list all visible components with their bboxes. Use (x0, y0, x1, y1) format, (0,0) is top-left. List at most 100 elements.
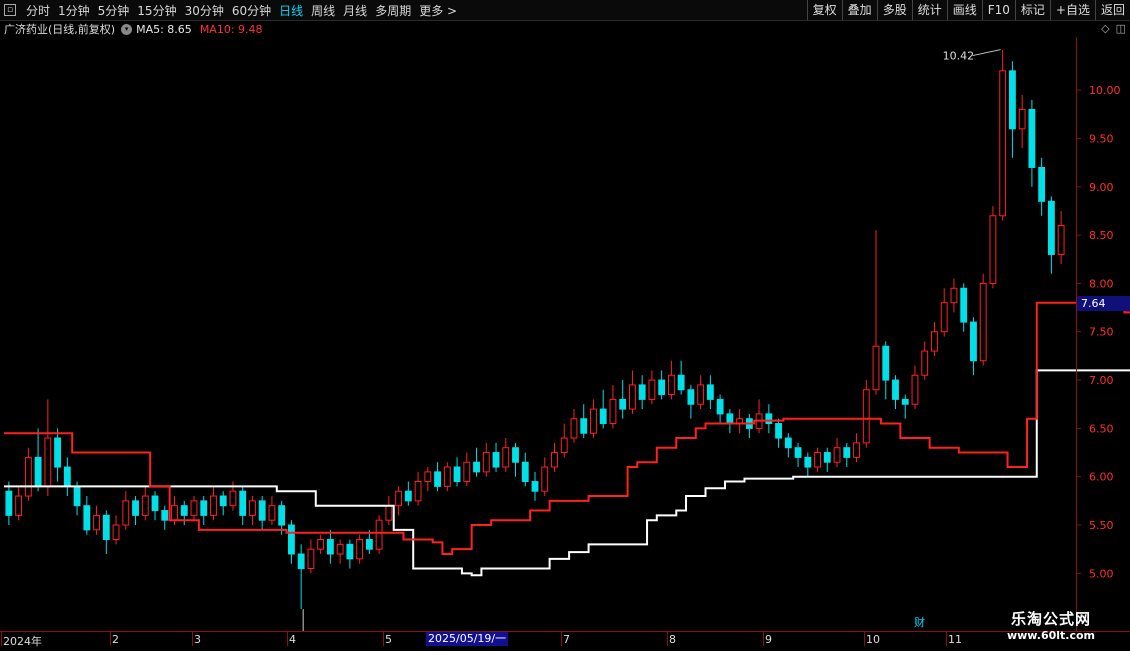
candle-body (5, 490, 13, 516)
candle-body (638, 384, 646, 400)
candle-body (102, 514, 110, 541)
candle-body (570, 418, 578, 439)
candle-body (814, 452, 821, 468)
candle-body (346, 543, 354, 560)
time-tick (192, 632, 193, 646)
candle-body (843, 447, 851, 458)
stock-title: 广济药业(日线,前复权) (4, 23, 116, 36)
candle-body (882, 345, 890, 381)
finance-marker[interactable]: 财 (914, 614, 925, 630)
candle-body (765, 413, 773, 425)
toolbar-button[interactable]: 返回 (1094, 0, 1130, 20)
candle-body (901, 398, 909, 405)
candle-body (521, 461, 529, 483)
time-label: 10 (866, 633, 880, 646)
current-price-tag: 7.64 (1077, 296, 1130, 311)
candle-body (697, 384, 705, 405)
candle-body (775, 423, 783, 439)
toolbar-button[interactable]: 多股 (876, 0, 912, 20)
candle-body (453, 466, 461, 483)
period-tab[interactable]: 月线 (339, 2, 371, 19)
candle-body (34, 456, 42, 487)
candle-body (210, 495, 217, 516)
indicator-settings-icon[interactable]: ▾ (121, 23, 133, 35)
price-label: 10.00 (1089, 84, 1121, 97)
candle-body (249, 500, 256, 516)
price-label: 8.00 (1089, 277, 1114, 290)
toolbar-button[interactable]: F10 (981, 0, 1015, 20)
price-label: 6.50 (1089, 422, 1114, 435)
candle-body (531, 481, 539, 492)
candle-body (833, 447, 841, 463)
candle-body (151, 495, 159, 512)
time-tick (383, 632, 384, 646)
diamond-icon[interactable]: ◇ (1101, 22, 1109, 35)
candle-body (979, 282, 987, 362)
chart-info-bar: 广济药业(日线,前复权) ▾ MA5: 8.65 MA10: 9.48 (0, 21, 263, 37)
period-tab[interactable]: 分时 (22, 2, 54, 19)
candle-body (268, 505, 276, 521)
candle-body (278, 505, 286, 526)
toolbar-button[interactable]: +自选 (1049, 0, 1095, 20)
candle-body (326, 539, 334, 555)
candle-body (161, 510, 169, 521)
period-tab[interactable]: 更多 > (415, 2, 461, 19)
candle-body (804, 456, 812, 468)
time-label: 5 (385, 633, 392, 646)
period-tab[interactable]: 15分钟 (133, 2, 180, 19)
candle-body (512, 447, 519, 463)
candle-body (132, 500, 139, 516)
toolbar-button[interactable]: 复权 (806, 0, 842, 20)
candle-body (443, 466, 451, 487)
period-tab[interactable]: 1分钟 (54, 2, 94, 19)
candle-body (24, 456, 32, 497)
candle-body (463, 461, 471, 483)
time-tick (864, 632, 865, 646)
price-label: 5.00 (1089, 567, 1114, 580)
toolbar-button[interactable]: 画线 (946, 0, 982, 20)
toolbar-button[interactable]: 叠加 (841, 0, 877, 20)
candle-body (1018, 108, 1026, 130)
period-tab[interactable]: 日线 (275, 2, 307, 19)
chart-corner-icons: ◇ ◫ (1101, 22, 1126, 35)
candle-body (551, 452, 558, 468)
candle-body (580, 418, 588, 434)
time-tick (110, 632, 111, 646)
candle-body (404, 490, 412, 502)
period-tab[interactable]: 60分钟 (228, 2, 275, 19)
price-label: 9.00 (1089, 181, 1114, 194)
candle-body (112, 524, 120, 541)
toolbar-button[interactable]: 标记 (1014, 0, 1050, 20)
menu-box-icon[interactable]: ▫ (4, 4, 16, 16)
period-tab[interactable]: 周线 (307, 2, 339, 19)
candle-body (1038, 166, 1046, 202)
candle-body (287, 524, 295, 555)
candle-body (931, 331, 938, 352)
candle-body (911, 374, 919, 405)
candle-body (599, 408, 607, 425)
period-tab[interactable]: 多周期 (371, 2, 415, 19)
toolbar-button[interactable]: 统计 (911, 0, 947, 20)
candle-body (356, 539, 364, 560)
candle-body (171, 505, 178, 521)
candle-body (1028, 108, 1036, 168)
time-label: 8 (669, 633, 676, 646)
candle-body (658, 379, 666, 396)
candle-body (44, 437, 52, 487)
ma-red-line (4, 301, 1130, 556)
time-tick (763, 632, 764, 646)
price-axis-divider (1076, 37, 1077, 631)
time-tick (561, 632, 562, 646)
period-tab[interactable]: 30分钟 (181, 2, 228, 19)
candle-body (317, 539, 325, 550)
time-label: 11 (948, 633, 962, 646)
period-tab[interactable]: 5分钟 (94, 2, 134, 19)
candle-body (375, 519, 383, 550)
watermark-url: www.60lt.com (1006, 629, 1096, 642)
candle-body (297, 553, 305, 570)
kline-chart[interactable]: 10.00 9.50 9.00 8.50 8.00 7.50 7.00 6.50 6.00 5.5… (0, 37, 1130, 631)
candle-body (122, 500, 130, 526)
panel-toggle-icon[interactable]: ◫ (1116, 22, 1126, 35)
candle-body (687, 389, 695, 405)
candle-body (482, 452, 490, 473)
